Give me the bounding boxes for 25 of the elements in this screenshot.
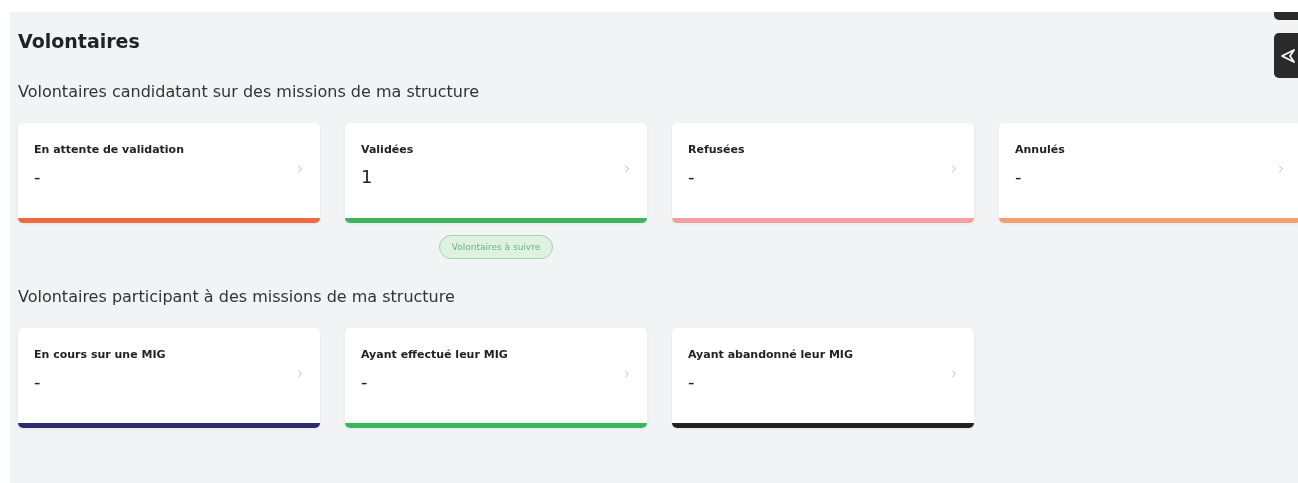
stat-card[interactable]: En attente de validation - (18, 123, 320, 223)
send-icon (1280, 47, 1296, 64)
section-heading: Volontaires participant à des missions de ma structure (18, 287, 456, 306)
stat-card[interactable]: Refusées - (672, 123, 974, 223)
section-heading: Volontaires candidatant sur des missions de ma structure (18, 82, 480, 101)
stat-card[interactable]: Annulés - (999, 123, 1298, 223)
stat-card[interactable]: En cours sur une MIG - (18, 328, 320, 428)
card-label: En cours sur une MIG (34, 348, 167, 361)
card-label: Validées (361, 143, 415, 156)
card-value: - (688, 371, 695, 392)
card-label: Annulés (1015, 143, 1066, 156)
card-value: - (34, 166, 41, 187)
card-value: - (1015, 166, 1022, 187)
card-value: 1 (361, 166, 373, 187)
card-value: - (688, 166, 695, 187)
stat-card[interactable]: Ayant abandonné leur MIG - (672, 328, 974, 428)
card-value: - (361, 371, 368, 392)
stat-card[interactable]: Ayant effectué leur MIG - (345, 328, 647, 428)
stat-card[interactable]: Validées 1 (345, 123, 647, 223)
card-label: Ayant abandonné leur MIG (688, 348, 854, 361)
card-label: Refusées (688, 143, 746, 156)
card-label: Ayant effectué leur MIG (361, 348, 509, 361)
page-title: Volontaires (18, 30, 141, 52)
card-label: En attente de validation (34, 143, 185, 156)
card-value: - (34, 371, 41, 392)
